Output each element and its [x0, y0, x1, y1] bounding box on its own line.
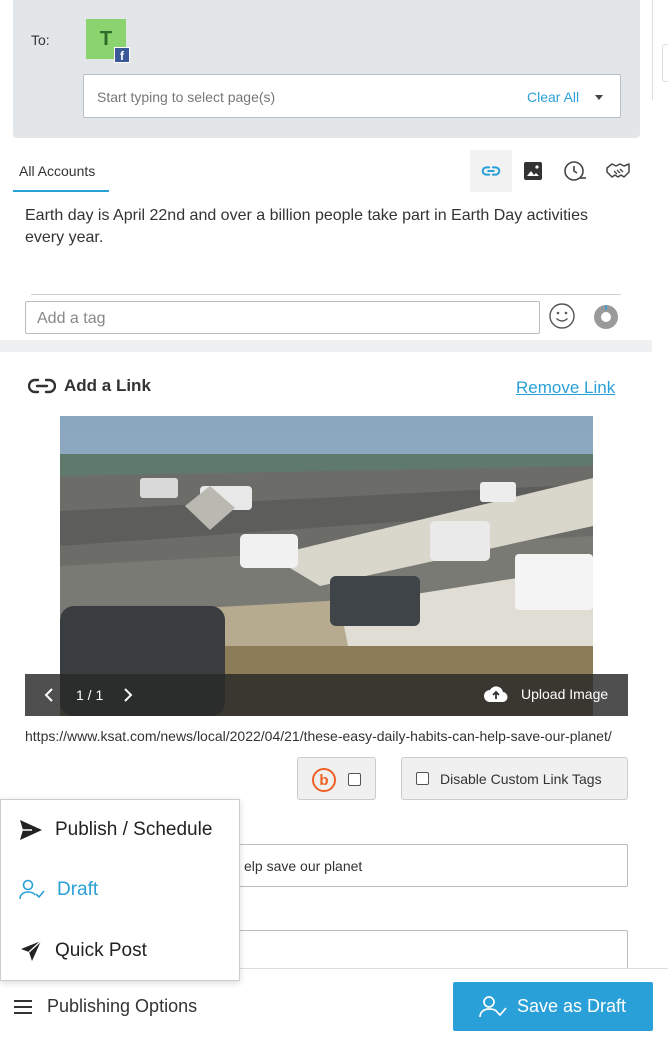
composer-tabbar: All Accounts: [13, 150, 640, 192]
add-link-label: Add a Link: [64, 376, 151, 395]
recipients-panel: To: T f Start typing to select page(s) C…: [13, 0, 640, 138]
menu-item-label: Quick Post: [55, 940, 147, 961]
image-carousel-controls: 1 / 1 Upload Image: [25, 674, 628, 716]
bitly-icon: b: [312, 768, 336, 792]
disable-tags-label: Disable Custom Link Tags: [440, 771, 602, 787]
emoji-icon[interactable]: [548, 302, 576, 335]
paper-plane-icon: [21, 940, 42, 961]
tab-all-accounts[interactable]: All Accounts: [13, 150, 109, 192]
page-select-input[interactable]: Start typing to select page(s) Clear All: [83, 74, 621, 118]
disable-custom-link-tags-toggle[interactable]: Disable Custom Link Tags: [401, 757, 628, 800]
upload-image-label: Upload Image: [521, 686, 609, 702]
user-check-icon: [19, 879, 45, 900]
cloud-upload-icon: [484, 686, 508, 703]
upload-image-button[interactable]: Upload Image: [483, 684, 608, 704]
facebook-icon: f: [114, 47, 130, 63]
side-panel-edge: [662, 44, 668, 82]
divider: [31, 294, 621, 295]
bitly-toggle[interactable]: b: [297, 757, 376, 800]
section-gap: [0, 340, 652, 352]
to-label: To:: [31, 32, 50, 48]
page-select-placeholder: Start typing to select page(s): [97, 89, 276, 105]
link-title-input[interactable]: elp save our planet: [213, 844, 628, 887]
chevron-left-icon[interactable]: [43, 687, 55, 708]
link-description-input[interactable]: [213, 930, 628, 970]
divider: [652, 0, 653, 100]
add-link-title: Add a Link: [28, 376, 151, 396]
message-composer: Earth day is April 22nd and over a billi…: [13, 192, 640, 340]
menu-item-quick-post[interactable]: Quick Post: [19, 939, 147, 963]
handshake-icon[interactable]: [597, 150, 639, 192]
link-icon: [28, 378, 56, 394]
save-as-draft-label: Save as Draft: [517, 996, 627, 1016]
image-counter: 1 / 1: [76, 687, 104, 703]
link-title-value: elp save our planet: [244, 858, 363, 874]
disable-tags-checkbox[interactable]: [416, 772, 429, 785]
menu-item-label: Publish / Schedule: [55, 819, 213, 840]
link-preview-image: [60, 416, 593, 716]
image-icon[interactable]: [512, 150, 554, 192]
tag-input[interactable]: Add a tag: [25, 301, 540, 334]
clear-all-button[interactable]: Clear All: [527, 89, 579, 105]
chevron-down-icon[interactable]: [595, 95, 603, 100]
link-icon[interactable]: [470, 150, 512, 192]
chevron-right-icon[interactable]: [122, 687, 134, 708]
character-count-icon: [593, 304, 619, 335]
send-icon: [20, 820, 42, 840]
save-as-draft-button[interactable]: Save as Draft: [453, 982, 653, 1031]
hamburger-icon: [14, 999, 32, 1014]
menu-item-draft[interactable]: Draft: [19, 879, 98, 901]
publishing-options-button[interactable]: Publishing Options: [13, 996, 197, 1017]
remove-link-button[interactable]: Remove Link: [516, 378, 615, 398]
publish-options-menu: Publish / Schedule Draft Quick Post: [0, 799, 240, 981]
menu-item-label: Draft: [57, 879, 99, 900]
link-url: https://www.ksat.com/news/local/2022/04/…: [25, 728, 612, 744]
message-textarea[interactable]: Earth day is April 22nd and over a billi…: [25, 205, 615, 249]
schedule-icon[interactable]: [554, 150, 596, 192]
menu-item-publish-schedule[interactable]: Publish / Schedule: [19, 819, 212, 841]
publishing-options-label: Publishing Options: [47, 996, 198, 1016]
user-check-icon: [479, 995, 507, 1017]
bitly-checkbox[interactable]: [348, 773, 361, 786]
